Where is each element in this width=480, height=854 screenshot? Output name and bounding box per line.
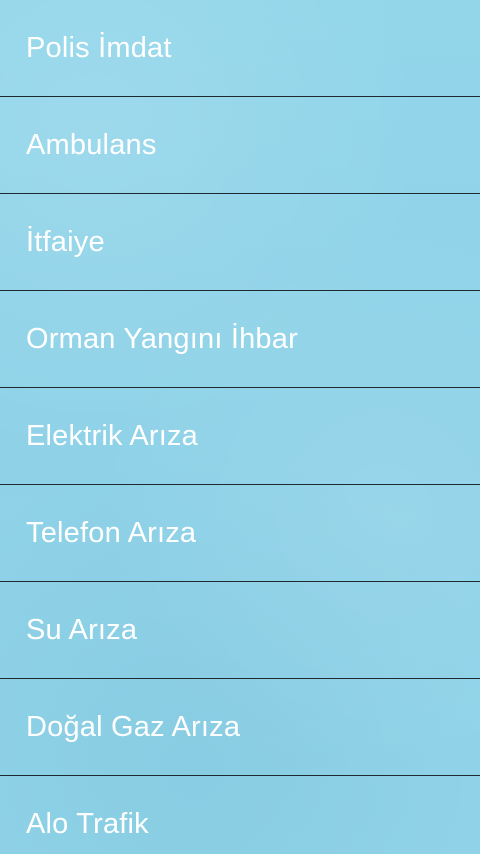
list-item-label: Telefon Arıza bbox=[26, 516, 197, 549]
list-item-su-ariza[interactable]: Su Arıza bbox=[0, 582, 480, 679]
list-item-label: İtfaiye bbox=[26, 225, 105, 258]
list-item-ambulans[interactable]: Ambulans bbox=[0, 97, 480, 194]
list-item-label: Elektrik Arıza bbox=[26, 419, 199, 452]
list-item-itfaiye[interactable]: İtfaiye bbox=[0, 194, 480, 291]
list-item-alo-trafik[interactable]: Alo Trafik bbox=[0, 776, 480, 854]
list-item-telefon-ariza[interactable]: Telefon Arıza bbox=[0, 485, 480, 582]
list-item-polis-imdat[interactable]: Polis İmdat bbox=[0, 0, 480, 97]
list-item-label: Polis İmdat bbox=[26, 31, 172, 64]
list-item-label: Alo Trafik bbox=[26, 808, 149, 840]
list-item-elektrik-ariza[interactable]: Elektrik Arıza bbox=[0, 388, 480, 485]
emergency-numbers-list: Polis İmdat Ambulans İtfaiye Orman Yangı… bbox=[0, 0, 480, 854]
list-item-label: Su Arıza bbox=[26, 613, 138, 646]
list-item-dogal-gaz-ariza[interactable]: Doğal Gaz Arıza bbox=[0, 679, 480, 776]
list-item-label: Orman Yangını İhbar bbox=[26, 322, 298, 355]
list-item-orman-yangini-ihbar[interactable]: Orman Yangını İhbar bbox=[0, 291, 480, 388]
list-item-label: Doğal Gaz Arıza bbox=[26, 710, 241, 743]
list-item-label: Ambulans bbox=[26, 128, 157, 161]
